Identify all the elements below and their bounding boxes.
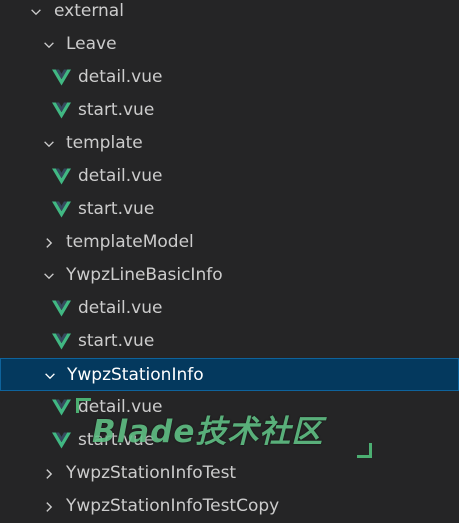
vue-file-icon [51, 94, 71, 127]
tree-item-label: start.vue [78, 100, 155, 120]
chevron-down-icon[interactable] [28, 0, 44, 28]
chevron-right-icon[interactable] [41, 490, 57, 523]
vue-file-icon [51, 424, 71, 457]
chevron-right-icon[interactable] [41, 226, 57, 259]
chevron-right-icon[interactable] [41, 457, 57, 490]
tree-item-label: YwpzStationInfoTestCopy [66, 496, 280, 516]
tree-folder-external[interactable]: external [0, 0, 459, 28]
tree-item-label: YwpzStationInfo [67, 365, 204, 385]
chevron-down-icon[interactable] [41, 127, 57, 160]
tree-item-label: detail.vue [78, 67, 163, 87]
tree-file-detail-vue[interactable]: detail.vue [0, 160, 459, 193]
tree-item-label: detail.vue [78, 298, 163, 318]
tree-item-label: start.vue [78, 430, 155, 450]
tree-item-label: external [54, 1, 124, 21]
vue-file-icon [51, 61, 71, 94]
chevron-down-icon[interactable] [42, 359, 58, 392]
tree-item-label: YwpzLineBasicInfo [66, 265, 223, 285]
tree-folder-leave[interactable]: Leave [0, 28, 459, 61]
tree-item-label: template [66, 133, 143, 153]
vue-file-icon [51, 193, 71, 226]
tree-item-label: YwpzStationInfoTest [66, 463, 237, 483]
tree-file-detail-vue[interactable]: detail.vue [0, 292, 459, 325]
tree-folder-template[interactable]: template [0, 127, 459, 160]
tree-file-start-vue[interactable]: start.vue [0, 424, 459, 457]
tree-folder-ywpzstationinfo[interactable]: YwpzStationInfo [0, 358, 459, 391]
tree-folder-ywpzlinebasicinfo[interactable]: YwpzLineBasicInfo [0, 259, 459, 292]
chevron-down-icon[interactable] [41, 259, 57, 292]
tree-file-detail-vue[interactable]: detail.vue [0, 61, 459, 94]
tree-item-label: detail.vue [78, 397, 163, 417]
tree-item-label: Leave [66, 34, 117, 54]
file-explorer-tree: external Leave detail.vue start.vue temp… [0, 0, 459, 523]
tree-item-label: detail.vue [78, 166, 163, 186]
tree-file-start-vue[interactable]: start.vue [0, 94, 459, 127]
tree-file-start-vue[interactable]: start.vue [0, 193, 459, 226]
tree-folder-ywpzstationinfotest[interactable]: YwpzStationInfoTest [0, 457, 459, 490]
tree-folder-ywpzstationinfotestcopy[interactable]: YwpzStationInfoTestCopy [0, 490, 459, 523]
vue-file-icon [51, 391, 71, 424]
vue-file-icon [51, 160, 71, 193]
vue-file-icon [51, 325, 71, 358]
tree-item-label: start.vue [78, 331, 155, 351]
tree-item-label: start.vue [78, 199, 155, 219]
tree-item-label: templateModel [66, 232, 194, 252]
chevron-down-icon[interactable] [41, 28, 57, 61]
tree-file-start-vue[interactable]: start.vue [0, 325, 459, 358]
tree-file-detail-vue[interactable]: detail.vue [0, 391, 459, 424]
vue-file-icon [51, 292, 71, 325]
tree-folder-templatemodel[interactable]: templateModel [0, 226, 459, 259]
